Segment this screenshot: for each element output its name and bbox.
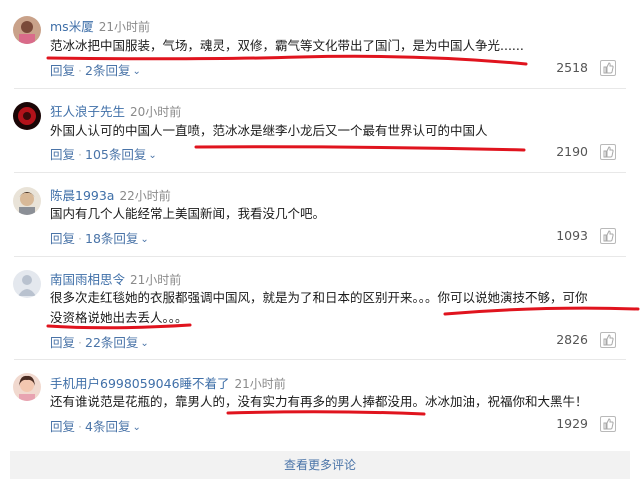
red-underline xyxy=(226,410,426,416)
reply-link[interactable]: 回复 xyxy=(50,63,75,78)
like-count: 1929 xyxy=(556,416,588,431)
thumb-up-icon[interactable] xyxy=(600,60,616,76)
divider xyxy=(14,172,626,173)
avatar[interactable] xyxy=(13,373,41,401)
divider xyxy=(14,256,626,257)
thumb-up-icon[interactable] xyxy=(600,144,616,160)
separator-dot: · xyxy=(78,63,82,78)
comment-actions: 回复 · 4条回复 ⌄ xyxy=(50,416,141,435)
replies-toggle[interactable]: 105条回复 xyxy=(85,147,146,162)
comment-header: ms米厦 21小时前 xyxy=(50,16,150,35)
username[interactable]: 手机用户6998059046睡不着了 xyxy=(50,376,230,391)
red-underline xyxy=(443,306,640,316)
comment-header: 狂人浪子先生 20小时前 xyxy=(50,101,181,120)
avatar[interactable] xyxy=(13,187,41,215)
avatar[interactable] xyxy=(13,270,41,298)
timestamp: 21小时前 xyxy=(98,20,150,34)
thumb-up-icon[interactable] xyxy=(600,332,616,348)
avatar[interactable] xyxy=(13,16,41,44)
comment-text: 国内有几个人能经常上美国新闻，我看没几个吧。 xyxy=(50,206,326,221)
chevron-down-icon[interactable]: ⌄ xyxy=(148,150,156,161)
avatar[interactable] xyxy=(13,102,41,130)
comment-header: 手机用户6998059046睡不着了 21小时前 xyxy=(50,373,286,392)
separator-dot: · xyxy=(78,419,82,434)
like-count: 2826 xyxy=(556,332,588,347)
replies-toggle[interactable]: 2条回复 xyxy=(85,63,130,78)
thumb-up-icon[interactable] xyxy=(600,416,616,432)
comment-actions: 回复 · 2条回复 ⌄ xyxy=(50,60,141,79)
reply-link[interactable]: 回复 xyxy=(50,419,75,434)
comment-header: 陈晨1993a 22小时前 xyxy=(50,185,171,204)
username[interactable]: 陈晨1993a xyxy=(50,188,114,203)
comment-text-line-2: 没资格说她出去丢人。。。 xyxy=(50,310,188,325)
chevron-down-icon[interactable]: ⌄ xyxy=(140,338,148,349)
username[interactable]: 南国雨相思令 xyxy=(50,272,125,287)
separator-dot: · xyxy=(78,335,82,350)
comment-header: 南国雨相思令 21小时前 xyxy=(50,269,181,288)
comment-text: 外国人认可的中国人一直喷，范冰冰是继李小龙后又一个最有世界认可的中国人 xyxy=(50,123,488,138)
comment-text: 范冰冰把中国服装，气场，魂灵，双修，霸气等文化带出了国门，是为中国人争光....… xyxy=(50,38,524,53)
timestamp: 22小时前 xyxy=(119,189,171,203)
reply-link[interactable]: 回复 xyxy=(50,147,75,162)
chevron-down-icon[interactable]: ⌄ xyxy=(140,234,148,245)
load-more-comments-button[interactable]: 查看更多评论 xyxy=(10,451,630,479)
divider xyxy=(14,359,626,360)
username[interactable]: ms米厦 xyxy=(50,19,94,34)
comment-text: 很多次走红毯她的衣服都强调中国风，就是为了和日本的区别开来。。。你可以说她演技不… xyxy=(50,290,588,305)
separator-dot: · xyxy=(78,231,82,246)
thumb-up-icon[interactable] xyxy=(600,228,616,244)
replies-toggle[interactable]: 18条回复 xyxy=(85,231,138,246)
like-count: 1093 xyxy=(556,228,588,243)
replies-toggle[interactable]: 4条回复 xyxy=(85,419,130,434)
username[interactable]: 狂人浪子先生 xyxy=(50,104,125,119)
timestamp: 21小时前 xyxy=(234,377,286,391)
separator-dot: · xyxy=(78,147,82,162)
comment-text: 还有谁说范是花瓶的，靠男人的，没有实力有再多的男人捧都没用。冰冰加油，祝福你和大… xyxy=(50,394,588,409)
red-underline xyxy=(194,145,526,152)
divider xyxy=(14,88,626,89)
timestamp: 21小时前 xyxy=(130,273,182,287)
chevron-down-icon[interactable]: ⌄ xyxy=(132,66,140,77)
timestamp: 20小时前 xyxy=(130,105,182,119)
chevron-down-icon[interactable]: ⌄ xyxy=(132,422,140,433)
replies-toggle[interactable]: 22条回复 xyxy=(85,335,138,350)
comment-actions: 回复 · 18条回复 ⌄ xyxy=(50,228,149,247)
comment-actions: 回复 · 22条回复 ⌄ xyxy=(50,332,149,351)
like-count: 2190 xyxy=(556,144,588,159)
like-count: 2518 xyxy=(556,60,588,75)
comment-actions: 回复 · 105条回复 ⌄ xyxy=(50,144,157,163)
reply-link[interactable]: 回复 xyxy=(50,335,75,350)
reply-link[interactable]: 回复 xyxy=(50,231,75,246)
